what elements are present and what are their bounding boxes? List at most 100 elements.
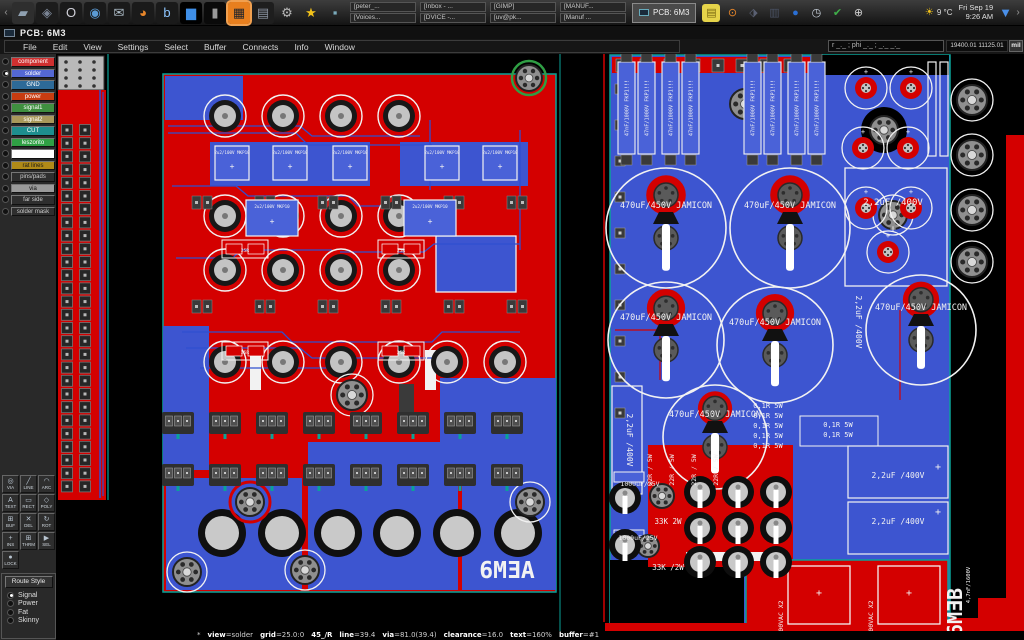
taskbar-window-button[interactable]: [uv@pk... [490, 13, 556, 23]
layer-visibility-radio[interactable] [2, 139, 9, 146]
tool-poly-button[interactable]: ◇POLY [38, 494, 55, 512]
layer-visibility-radio[interactable] [2, 93, 9, 100]
layer-visibility-radio[interactable] [2, 150, 9, 157]
route-radio[interactable] [7, 609, 14, 616]
tool-lock-button[interactable]: ●LOCK [2, 551, 19, 569]
route-radio[interactable] [7, 592, 14, 599]
layer-visibility-radio[interactable] [2, 208, 9, 215]
pcb-canvas-area[interactable]: 2u2/100V MKP10+2u2/100V MKP10+2u2/100V M… [57, 54, 1024, 631]
clock-applet[interactable]: Fri Sep 19 9:26 AM [959, 4, 994, 21]
menu-view[interactable]: View [83, 42, 101, 52]
layer-button-pins-pads[interactable]: pins/pads [11, 172, 55, 182]
gears-icon[interactable]: ⚙ [276, 2, 298, 24]
chevron-right-icon[interactable]: › [1014, 7, 1022, 18]
layer-visibility-radio[interactable] [2, 104, 9, 111]
layer-button-far-side[interactable]: far side [11, 195, 55, 205]
layer-visibility-radio[interactable] [2, 58, 9, 65]
route-option-signal[interactable]: Signal [2, 590, 55, 599]
menu-select[interactable]: Select [164, 42, 188, 52]
menu-window[interactable]: Window [325, 42, 355, 52]
green-check-icon[interactable]: ✔ [828, 4, 846, 22]
taskbar-window-button[interactable]: [peter_... [350, 2, 416, 12]
notebook-icon[interactable]: ▥ [765, 4, 783, 22]
tool-via-button[interactable]: ◎VIA [2, 475, 19, 493]
tool-ins-button[interactable]: +INS [2, 532, 19, 550]
layer-visibility-radio[interactable] [2, 116, 9, 123]
menu-edit[interactable]: Edit [53, 42, 68, 52]
layer-visibility-radio[interactable] [2, 196, 9, 203]
layer-visibility-radio[interactable] [2, 127, 9, 134]
menu-connects[interactable]: Connects [243, 42, 279, 52]
route-style-button[interactable]: Route Style [5, 576, 53, 588]
tool-thrm-button[interactable]: ⊞THRM [20, 532, 37, 550]
svg-text:+: + [428, 217, 433, 226]
route-option-skinny[interactable]: Skinny [2, 616, 55, 625]
layer-button-solder-mask[interactable]: solder mask [11, 207, 55, 217]
pcb-app-icon[interactable]: ▦ [228, 2, 250, 24]
paint-drop-icon[interactable]: ● [786, 4, 804, 22]
taskbar-window-button[interactable]: [GIMP] [490, 2, 556, 12]
mini-display-icon[interactable]: ▪ [324, 2, 346, 24]
menu-buffer[interactable]: Buffer [204, 42, 227, 52]
opera-icon[interactable]: O [60, 2, 82, 24]
menu-file[interactable]: File [23, 42, 37, 52]
menu-settings[interactable]: Settings [118, 42, 149, 52]
layer-button-solder[interactable]: solder [11, 69, 55, 79]
tool-arc-button[interactable]: ◠ARC [38, 475, 55, 493]
taskbar-window-button[interactable]: [MANUF... [560, 2, 626, 12]
layer-visibility-radio[interactable] [2, 162, 9, 169]
email-globe-icon[interactable]: ✉ [108, 2, 130, 24]
layer-button-CUT[interactable]: CUT [11, 126, 55, 136]
layer-button-leszorito[interactable]: leszorito [11, 138, 55, 148]
menu-info[interactable]: Info [294, 42, 308, 52]
taskbar-active-window[interactable]: PCB: 6M3 [632, 3, 696, 23]
dark-bird-icon[interactable]: ⬗ [744, 4, 762, 22]
layer-button-signal1[interactable]: signal1 [11, 103, 55, 113]
unit-toggle-button[interactable]: mil [1009, 40, 1023, 52]
terminal-icon[interactable]: ▮ [204, 2, 226, 24]
layer-button-via[interactable]: via [11, 184, 55, 194]
weather-applet[interactable]: ☀ 9 °C [925, 7, 953, 18]
layer-button-power[interactable]: power [11, 92, 55, 102]
layer-visibility-radio[interactable] [2, 185, 9, 192]
layer-button-component[interactable]: component [11, 57, 55, 67]
layer-button-blank[interactable] [11, 149, 55, 159]
taskbar-window-button[interactable]: [Inbox - ... [420, 2, 486, 12]
tool-rect-button[interactable]: ▭RECT [20, 494, 37, 512]
clock-tray-icon[interactable]: ◷ [807, 4, 825, 22]
tool-line-button[interactable]: ╱LINE [20, 475, 37, 493]
route-option-fat[interactable]: Fat [2, 607, 55, 616]
route-radio[interactable] [7, 600, 14, 607]
magnifier-icon[interactable]: ⊕ [849, 4, 867, 22]
sticky-note-icon[interactable]: ▤ [702, 4, 720, 22]
disk-utility-icon[interactable]: ▤ [252, 2, 274, 24]
route-radio[interactable] [7, 617, 14, 624]
pcb-canvas[interactable]: 2u2/100V MKP10+2u2/100V MKP10+2u2/100V M… [57, 54, 1024, 631]
taskbar-window-button[interactable]: [Manuf ... [560, 13, 626, 23]
video-folder-icon[interactable]: ▰ [12, 2, 34, 24]
layer-visibility-radio[interactable] [2, 173, 9, 180]
tool-sel-button[interactable]: ▶SEL [38, 532, 55, 550]
taskbar-window-button[interactable]: [Voices... [350, 13, 416, 23]
tool-text-button[interactable]: ATEXT [2, 494, 19, 512]
tool-del-button[interactable]: ✕DEL [20, 513, 37, 531]
layer-visibility-radio[interactable] [2, 70, 9, 77]
bing-icon[interactable]: b [156, 2, 178, 24]
layer-button-signal2[interactable]: signal2 [11, 115, 55, 125]
layer-button-rat-lines[interactable]: rat lines [11, 161, 55, 171]
equalizer-icon[interactable]: ▆ [180, 2, 202, 24]
3d-model-icon[interactable]: ◈ [36, 2, 58, 24]
search-flame-icon[interactable]: ⊙ [723, 4, 741, 22]
download-arrow-icon[interactable]: ▼ [999, 5, 1012, 20]
window-titlebar[interactable]: PCB: 6M3 [0, 26, 1024, 39]
route-option-power[interactable]: Power [2, 599, 55, 608]
layer-button-GND[interactable]: GND [11, 80, 55, 90]
taskbar-window-button[interactable]: [DVICE -... [420, 13, 486, 23]
tool-rot-button[interactable]: ↻ROT [38, 513, 55, 531]
star-icon[interactable]: ★ [300, 2, 322, 24]
tool-buf-button[interactable]: ⊞BUF [2, 513, 19, 531]
firefox-icon[interactable]: ◕ [132, 2, 154, 24]
google-earth-icon[interactable]: ◉ [84, 2, 106, 24]
layer-visibility-radio[interactable] [2, 81, 9, 88]
chevron-left-icon[interactable]: ‹ [2, 7, 10, 18]
